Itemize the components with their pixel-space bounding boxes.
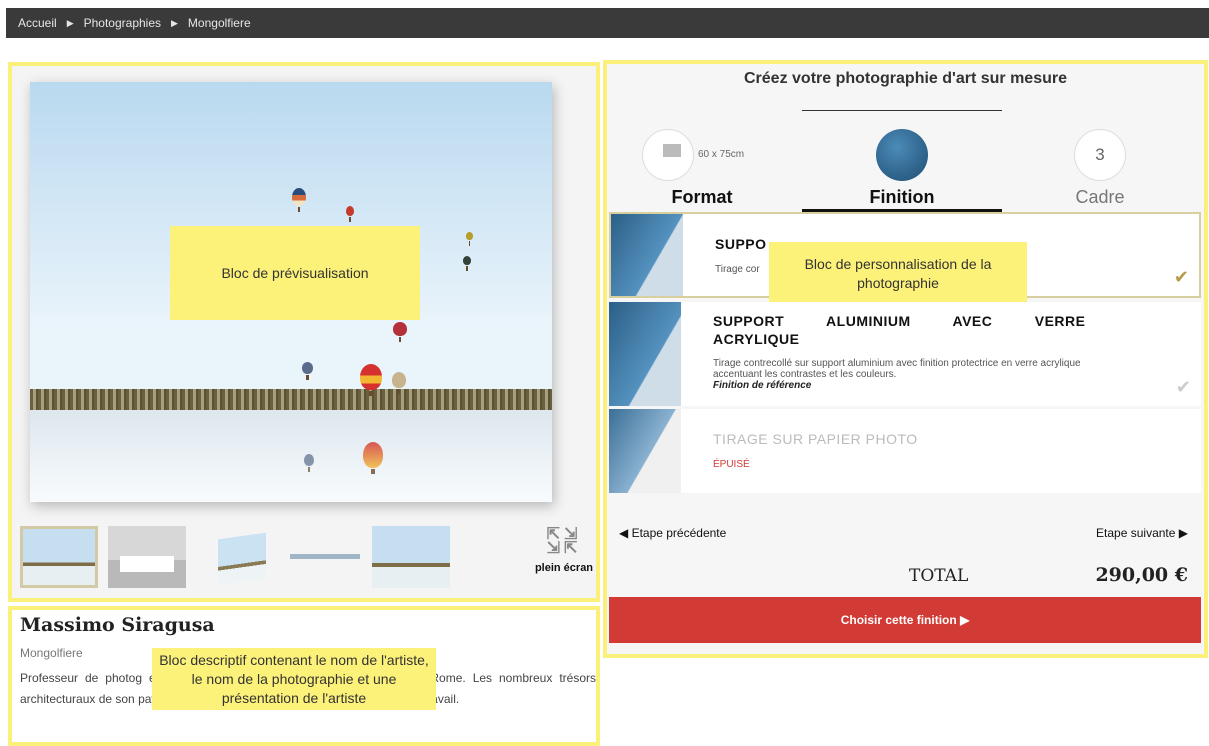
thumbnail-4[interactable]	[286, 526, 364, 588]
option-title: TIRAGE SUR PAPIER PHOTO	[713, 431, 918, 447]
step-cadre[interactable]: 3 Cadre	[1000, 129, 1200, 208]
breadcrumb-current: Mongolfiere	[187, 16, 251, 30]
option-status: ÉPUISÉ	[713, 459, 750, 470]
option-title: SUPPO	[715, 236, 767, 252]
thumbnail-2[interactable]	[108, 526, 186, 588]
balloon-icon	[392, 372, 406, 394]
option-reference-note: Finition de référence	[713, 380, 812, 391]
fullscreen-label: plein écran	[534, 562, 594, 574]
balloon-icon	[463, 256, 471, 271]
option-aluminium-glass[interactable]: SUPPORT ALUMINIUM AVEC VERRE ACRYLIQUE T…	[609, 302, 1201, 406]
chevron-left-icon: ◀	[619, 526, 632, 540]
balloon-icon	[466, 232, 473, 246]
thumbnail-5[interactable]	[372, 526, 450, 588]
balloon-icon	[393, 322, 407, 342]
description-block: Massimo Siragusa Mongolfiere Professeur …	[8, 606, 600, 746]
option-title: SUPPORT ALUMINIUM AVEC VERRE ACRYLIQUE	[713, 313, 1086, 347]
step-format[interactable]: 60 x 75cm Format	[602, 129, 802, 208]
checkmark-icon: ✔	[1173, 267, 1189, 287]
step-number-badge: 3	[1074, 129, 1126, 181]
artist-name: Massimo Siragusa	[20, 614, 215, 636]
step-finition-label: Finition	[869, 187, 935, 207]
balloon-reflection	[304, 454, 314, 472]
option-image	[609, 409, 681, 493]
breadcrumb-photographies-link[interactable]: Photographies	[84, 16, 161, 30]
breadcrumb-separator-icon: ▶	[171, 17, 178, 28]
balloon-icon	[360, 364, 382, 396]
balloon-icon	[292, 188, 306, 212]
option-desc: Tirage contrecollé sur support aluminium…	[713, 358, 1081, 380]
breadcrumb: Accueil ▶ Photographies ▶ Mongolfiere	[6, 8, 1209, 38]
photo-name: Mongolfiere	[20, 646, 83, 660]
balloon-icon	[346, 206, 354, 222]
title-divider	[802, 110, 1002, 111]
chevron-right-icon: ▶	[1175, 526, 1188, 540]
step-cadre-label: Cadre	[1075, 187, 1125, 207]
customization-title: Créez votre photographie d'art sur mesur…	[744, 70, 1067, 87]
thumbnail-3[interactable]	[206, 526, 284, 588]
format-detail: 60 x 75cm	[698, 149, 745, 160]
step-finition[interactable]: Finition	[802, 129, 1002, 208]
option-paper-photo: TIRAGE SUR PAPIER PHOTO ÉPUISÉ	[609, 409, 1201, 493]
description-note: Bloc descriptif contenant le nom de l'ar…	[152, 648, 436, 710]
customization-note: Bloc de personnalisation de la photograp…	[769, 242, 1027, 306]
total-price: 290,00 €	[1095, 564, 1188, 586]
option-desc: Tirage cor	[715, 264, 760, 275]
option-image	[609, 302, 681, 406]
next-step-link[interactable]: Etape suivante ▶	[1096, 526, 1188, 540]
preview-block: Bloc de prévisualisation ⇱⇲ ⇲⇱ plein écr…	[8, 62, 600, 602]
checkmark-icon: ✔	[1175, 377, 1191, 397]
option-image	[611, 214, 683, 296]
customization-block: Créez votre photographie d'art sur mesur…	[603, 60, 1208, 658]
step-format-label: Format	[671, 187, 733, 207]
preview-note: Bloc de prévisualisation	[170, 226, 420, 320]
choose-finish-button[interactable]: Choisir cette finition ▶	[609, 597, 1201, 643]
breadcrumb-separator-icon: ▶	[66, 17, 74, 28]
balloon-icon	[302, 362, 313, 380]
fullscreen-button[interactable]: ⇱⇲ ⇲⇱ plein écran	[532, 527, 596, 575]
chevron-right-icon: ▶	[960, 613, 970, 627]
total-label: TOTAL	[909, 566, 969, 586]
finition-icon	[876, 129, 928, 181]
thumbnail-1[interactable]	[20, 526, 98, 588]
collapse-icon: ⇲⇱	[546, 540, 582, 557]
balloon-reflection	[363, 442, 383, 474]
previous-step-link[interactable]: ◀ Etape précédente	[619, 526, 726, 540]
format-icon	[642, 129, 694, 181]
breadcrumb-home-link[interactable]: Accueil	[18, 16, 57, 30]
